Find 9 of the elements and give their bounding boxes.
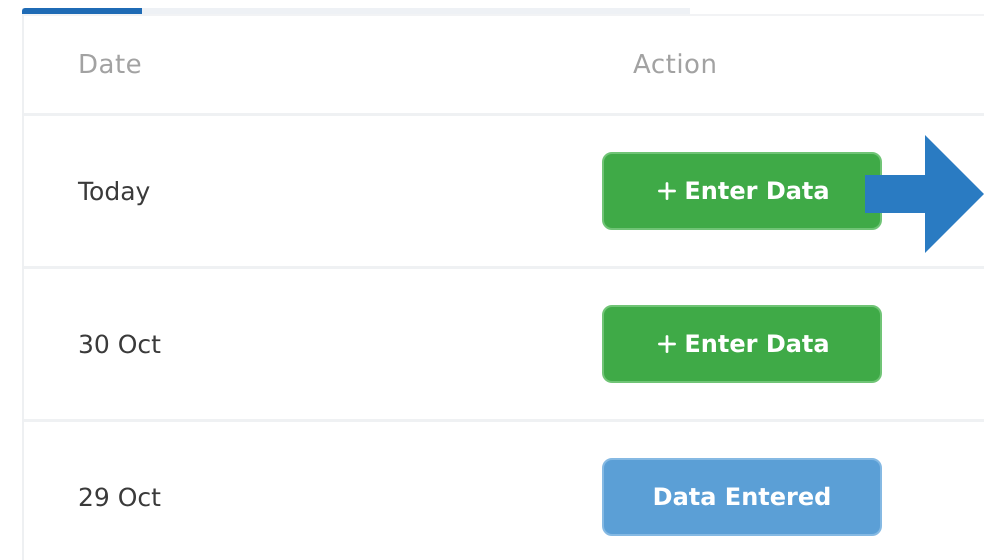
date-cell-text: Today	[78, 176, 152, 206]
data-entered-button[interactable]: Data Entered	[602, 458, 882, 536]
date-cell-text: 30 Oct	[78, 330, 162, 358]
column-header: Date	[78, 50, 144, 80]
arrow-icon	[865, 135, 984, 253]
date-cell-text: 29 Oct	[78, 482, 162, 512]
column-header: Action	[632, 50, 718, 80]
enter-data-button[interactable]: Enter Data	[602, 152, 882, 230]
enter-data-button[interactable]: Enter Data	[602, 305, 882, 383]
